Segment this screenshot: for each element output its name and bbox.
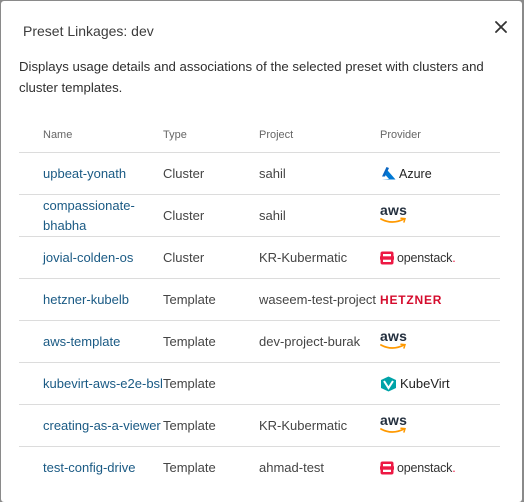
row-name-cell: kubevirt-aws-e2e-bsl bbox=[19, 362, 163, 405]
row-project-cell: waseem-test-project bbox=[259, 278, 380, 321]
row-provider-cell: openstack. bbox=[380, 236, 500, 279]
provider-label: KubeVirt bbox=[400, 375, 450, 391]
aws-smile-icon bbox=[380, 426, 406, 433]
provider-logo-azure: Azure bbox=[380, 163, 500, 185]
provider-logo-kubevirt: KubeVirt bbox=[380, 373, 500, 395]
aws-smile-icon bbox=[380, 216, 406, 223]
provider-logo-hetzner: HETZNER bbox=[380, 289, 500, 311]
provider-label-text: openstack bbox=[397, 460, 453, 475]
cluster-name-link[interactable]: jovial-colden-os bbox=[43, 250, 133, 265]
preset-linkages-dialog: Preset Linkages: dev Displays usage deta… bbox=[1, 1, 522, 502]
table-row[interactable]: upbeat-yonath Cluster sahil Azure bbox=[19, 152, 500, 195]
row-provider-cell: KubeVirt bbox=[380, 362, 500, 405]
linkages-table: Name Type Project Provider upbeat-yonath… bbox=[19, 118, 500, 488]
provider-logo-aws: aws bbox=[380, 411, 500, 437]
row-project-cell: KR-Kubermatic bbox=[259, 404, 380, 447]
row-provider-cell: aws bbox=[380, 404, 500, 447]
provider-logo-aws: aws bbox=[380, 327, 500, 353]
row-project-cell: sahil bbox=[259, 152, 380, 195]
provider-logo-aws: aws bbox=[380, 201, 500, 227]
aws-smile-icon bbox=[380, 342, 406, 349]
row-type-cell: Template bbox=[163, 446, 259, 488]
row-type-cell: Cluster bbox=[163, 152, 259, 195]
provider-label: aws bbox=[380, 411, 408, 428]
close-icon[interactable] bbox=[495, 21, 507, 33]
row-name-cell: compassionate-bhabha bbox=[19, 194, 163, 237]
cluster-name-link[interactable]: test-config-drive bbox=[43, 460, 135, 475]
row-name-cell: aws-template bbox=[19, 320, 163, 363]
openstack-icon bbox=[380, 461, 394, 474]
row-project-cell: dev-project-burak bbox=[259, 320, 380, 363]
provider-label-text: openstack bbox=[397, 250, 453, 265]
openstack-icon bbox=[380, 251, 394, 264]
row-type-cell: Cluster bbox=[163, 194, 259, 237]
column-header-project[interactable]: Project bbox=[259, 118, 380, 153]
row-name-cell: hetzner-kubelb bbox=[19, 278, 163, 321]
cluster-name-link[interactable]: kubevirt-aws-e2e-bsl bbox=[43, 376, 163, 391]
provider-label: HETZNER bbox=[380, 292, 443, 307]
provider-label: aws bbox=[380, 201, 408, 218]
table-row[interactable]: jovial-colden-os Cluster KR-Kubermatic open… bbox=[19, 236, 500, 279]
table-row[interactable]: aws-template Template dev-project-burak aws bbox=[19, 320, 500, 363]
row-provider-cell: Azure bbox=[380, 152, 500, 195]
dialog-description: Displays usage details and associations … bbox=[19, 59, 484, 95]
provider-label: Azure bbox=[399, 166, 432, 181]
cluster-name-link[interactable]: hetzner-kubelb bbox=[43, 292, 129, 307]
table-row[interactable]: compassionate-bhabha Cluster sahil aws bbox=[19, 194, 500, 237]
row-type-cell: Template bbox=[163, 362, 259, 405]
row-name-cell: test-config-drive bbox=[19, 446, 163, 488]
openstack-dot: . bbox=[452, 460, 456, 475]
cluster-name-link[interactable]: aws-template bbox=[43, 334, 120, 349]
row-provider-cell: aws bbox=[380, 320, 500, 363]
provider-label: openstack. bbox=[397, 458, 456, 478]
row-provider-cell: aws bbox=[380, 194, 500, 237]
azure-icon bbox=[382, 166, 396, 179]
openstack-dot: . bbox=[452, 250, 456, 265]
cluster-name-link[interactable]: compassionate-bhabha bbox=[43, 198, 135, 233]
provider-logo-openstack: openstack. bbox=[380, 457, 500, 479]
row-provider-cell: openstack. bbox=[380, 446, 500, 488]
row-project-cell: KR-Kubermatic bbox=[259, 236, 380, 279]
column-header-type[interactable]: Type bbox=[163, 118, 259, 153]
table-row[interactable]: creating-as-a-viewer Template KR-Kubermati… bbox=[19, 404, 500, 447]
aws-icon: aws bbox=[380, 201, 410, 227]
row-project-cell: ahmad-test bbox=[259, 446, 380, 488]
provider-label: aws bbox=[380, 327, 408, 344]
dialog-title: Preset Linkages: dev bbox=[23, 23, 154, 39]
row-type-cell: Cluster bbox=[163, 236, 259, 279]
provider-logo-openstack: openstack. bbox=[380, 247, 500, 269]
row-name-cell: upbeat-yonath bbox=[19, 152, 163, 195]
provider-label: openstack. bbox=[397, 248, 456, 268]
row-provider-cell: HETZNER bbox=[380, 278, 500, 321]
row-type-cell: Template bbox=[163, 404, 259, 447]
aws-icon: aws bbox=[380, 411, 410, 437]
table-row[interactable]: kubevirt-aws-e2e-bsl Template KubeVirt bbox=[19, 362, 500, 405]
row-project-cell: sahil bbox=[259, 194, 380, 237]
close-button[interactable] bbox=[490, 16, 512, 38]
row-project-cell bbox=[259, 362, 380, 405]
row-type-cell: Template bbox=[163, 278, 259, 321]
table-row[interactable]: test-config-drive Template ahmad-test opens… bbox=[19, 446, 500, 488]
cluster-name-link[interactable]: creating-as-a-viewer bbox=[43, 418, 161, 433]
column-header-name[interactable]: Name bbox=[19, 118, 163, 153]
aws-icon: aws bbox=[380, 327, 410, 353]
cluster-name-link[interactable]: upbeat-yonath bbox=[43, 166, 126, 181]
table-header-row: Name Type Project Provider bbox=[19, 118, 500, 153]
row-name-cell: creating-as-a-viewer bbox=[19, 404, 163, 447]
row-name-cell: jovial-colden-os bbox=[19, 236, 163, 279]
kubevirt-icon bbox=[381, 376, 396, 391]
column-header-provider[interactable]: Provider bbox=[380, 118, 500, 153]
row-type-cell: Template bbox=[163, 320, 259, 363]
table-row[interactable]: hetzner-kubelb Template waseem-test-projec… bbox=[19, 278, 500, 321]
